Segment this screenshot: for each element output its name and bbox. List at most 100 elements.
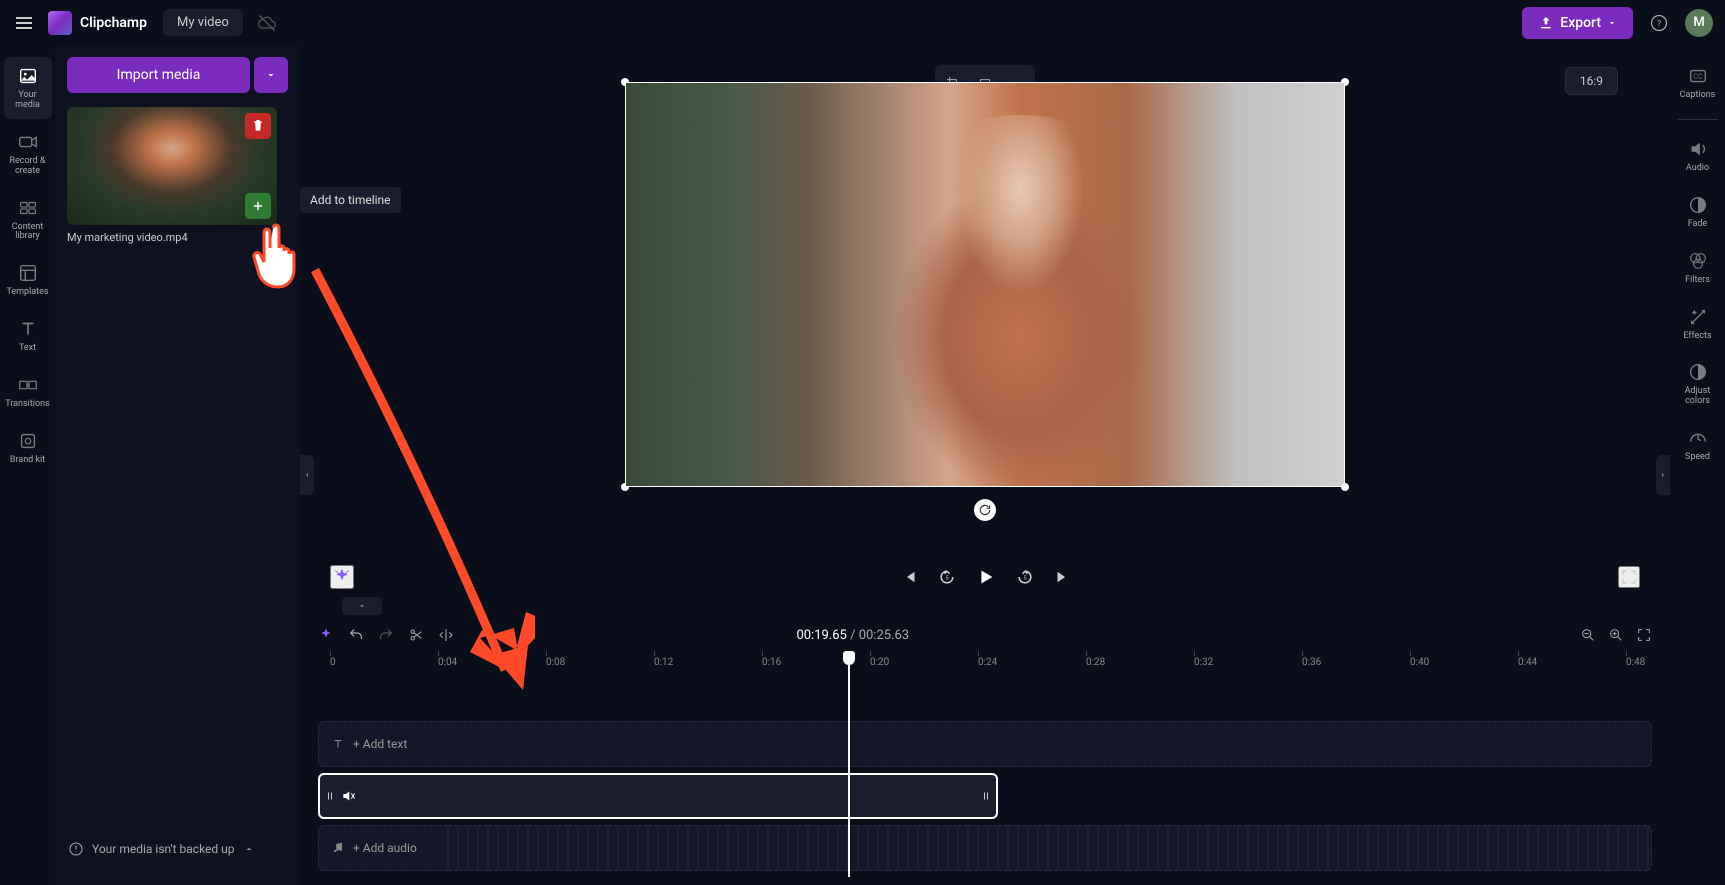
rail-text[interactable]: Text (4, 310, 52, 362)
clip-handle-right[interactable] (980, 789, 992, 803)
rail-effects[interactable]: Effects (1674, 298, 1722, 350)
camera-icon (17, 131, 39, 153)
rail-record-create[interactable]: Record & create (4, 123, 52, 185)
text-track-icon (331, 737, 345, 751)
svg-text:CC: CC (1693, 72, 1703, 81)
timeline: 00:19.65 / 00:25.63 0 0:04 0:08 0:12 0:16 0:2… (300, 597, 1670, 885)
music-icon (331, 841, 345, 855)
ruler-tick: 0:24 (978, 657, 997, 668)
play-button[interactable] (975, 566, 997, 588)
topbar: Clipchamp My video Export ? M (0, 0, 1725, 45)
import-media-button[interactable]: Import media (67, 57, 250, 93)
templates-icon (17, 262, 39, 284)
ruler-tick: 0:48 (1626, 657, 1645, 668)
transitions-icon (17, 374, 39, 396)
skip-back-button[interactable] (901, 568, 919, 586)
media-filename: My marketing video.mp4 (67, 231, 288, 244)
media-thumbnail[interactable] (67, 107, 277, 225)
filters-icon (1687, 250, 1709, 272)
upload-icon (1538, 15, 1554, 31)
split-button[interactable] (438, 627, 454, 643)
logo[interactable]: Clipchamp (48, 11, 147, 35)
ruler-tick: 0:08 (546, 657, 565, 668)
redo-button[interactable] (378, 627, 394, 643)
fullscreen-button[interactable] (1618, 566, 1640, 588)
add-audio-label: + Add audio (353, 841, 417, 855)
time-display: 00:19.65 / 00:25.63 (796, 628, 909, 643)
chevron-down-icon (1607, 18, 1617, 28)
status-bar[interactable]: Your media isn't backed up (68, 841, 255, 857)
video-frame (626, 83, 1344, 486)
help-button[interactable]: ? (1645, 9, 1673, 37)
total-time: 00:25.63 (859, 628, 909, 643)
playback-bar: 5 5 (300, 557, 1670, 597)
speaker-icon (1687, 138, 1709, 160)
ruler-tick: 0:16 (762, 657, 781, 668)
timeline-ruler[interactable]: 00:040:080:120:160:200:240:280:320:360:4… (318, 651, 1652, 673)
current-time: 00:19.65 (796, 628, 846, 643)
clip-mute-icon[interactable] (340, 788, 356, 804)
logo-text: Clipchamp (80, 15, 147, 31)
svg-text:5: 5 (945, 576, 949, 582)
delete-media-button[interactable] (245, 113, 271, 139)
clip-handle-left[interactable] (324, 789, 336, 803)
undo-button[interactable] (348, 627, 364, 643)
text-icon (17, 318, 39, 340)
ruler-tick: 0:12 (654, 657, 673, 668)
zoom-in-button[interactable] (1608, 627, 1624, 643)
export-button[interactable]: Export (1522, 7, 1633, 39)
expand-timeline-button[interactable] (342, 597, 382, 615)
rail-adjust-colors[interactable]: Adjust colors (1674, 353, 1722, 415)
rail-captions[interactable]: CC Captions (1674, 57, 1722, 109)
magic-button[interactable] (330, 565, 354, 589)
skip-forward-button[interactable] (1053, 568, 1071, 586)
preview-area: 16:9 (300, 45, 1670, 557)
rewind-button[interactable]: 5 (937, 567, 957, 587)
rail-your-media[interactable]: Your media (4, 57, 52, 119)
forward-button[interactable]: 5 (1015, 567, 1035, 587)
cut-button[interactable] (408, 627, 424, 643)
ruler-tick: 0:20 (870, 657, 889, 668)
library-icon (17, 197, 39, 219)
rail-audio[interactable]: Audio (1674, 130, 1722, 182)
add-to-timeline-button[interactable] (245, 193, 271, 219)
zoom-fit-button[interactable] (1636, 627, 1652, 643)
avatar[interactable]: M (1685, 9, 1713, 37)
refresh-preview-button[interactable] (974, 499, 996, 521)
collapse-right-panel-button[interactable] (1656, 455, 1670, 495)
aspect-ratio-button[interactable]: 16:9 (1565, 67, 1618, 95)
rail-filters[interactable]: Filters (1674, 242, 1722, 294)
audio-track[interactable]: + Add audio (318, 825, 1652, 871)
warning-icon (68, 841, 84, 857)
text-track[interactable]: + Add text (318, 721, 1652, 767)
rail-content-library[interactable]: Content library (4, 189, 52, 251)
ruler-tick: 0:04 (438, 657, 457, 668)
playhead[interactable] (848, 651, 850, 877)
logo-icon (48, 11, 72, 35)
trash-icon (251, 119, 265, 133)
import-more-button[interactable] (254, 57, 288, 93)
rail-brand-kit[interactable]: Brand kit (4, 422, 52, 474)
video-track[interactable] (318, 773, 998, 819)
effects-icon (1687, 306, 1709, 328)
rail-templates[interactable]: Templates (4, 254, 52, 306)
rail-fade[interactable]: Fade (1674, 186, 1722, 238)
project-title[interactable]: My video (163, 9, 243, 36)
menu-icon[interactable] (12, 11, 36, 35)
ruler-tick: 0 (330, 657, 336, 668)
cloud-sync-icon[interactable] (257, 13, 277, 33)
rail-transitions[interactable]: Transitions (4, 366, 52, 418)
video-canvas[interactable] (625, 82, 1345, 487)
svg-text:5: 5 (1023, 576, 1027, 582)
plus-icon (251, 199, 265, 213)
zoom-out-button[interactable] (1580, 627, 1596, 643)
captions-icon: CC (1687, 65, 1709, 87)
right-rail: CC Captions Audio Fade Filters Effects A… (1670, 45, 1725, 885)
rail-speed[interactable]: Speed (1674, 419, 1722, 471)
ruler-tick: 0:28 (1086, 657, 1105, 668)
ruler-tick: 0:44 (1518, 657, 1537, 668)
ruler-tick: 0:36 (1302, 657, 1321, 668)
status-message: Your media isn't backed up (92, 842, 235, 856)
svg-text:?: ? (1657, 19, 1661, 29)
ai-tool-button[interactable] (318, 627, 334, 643)
